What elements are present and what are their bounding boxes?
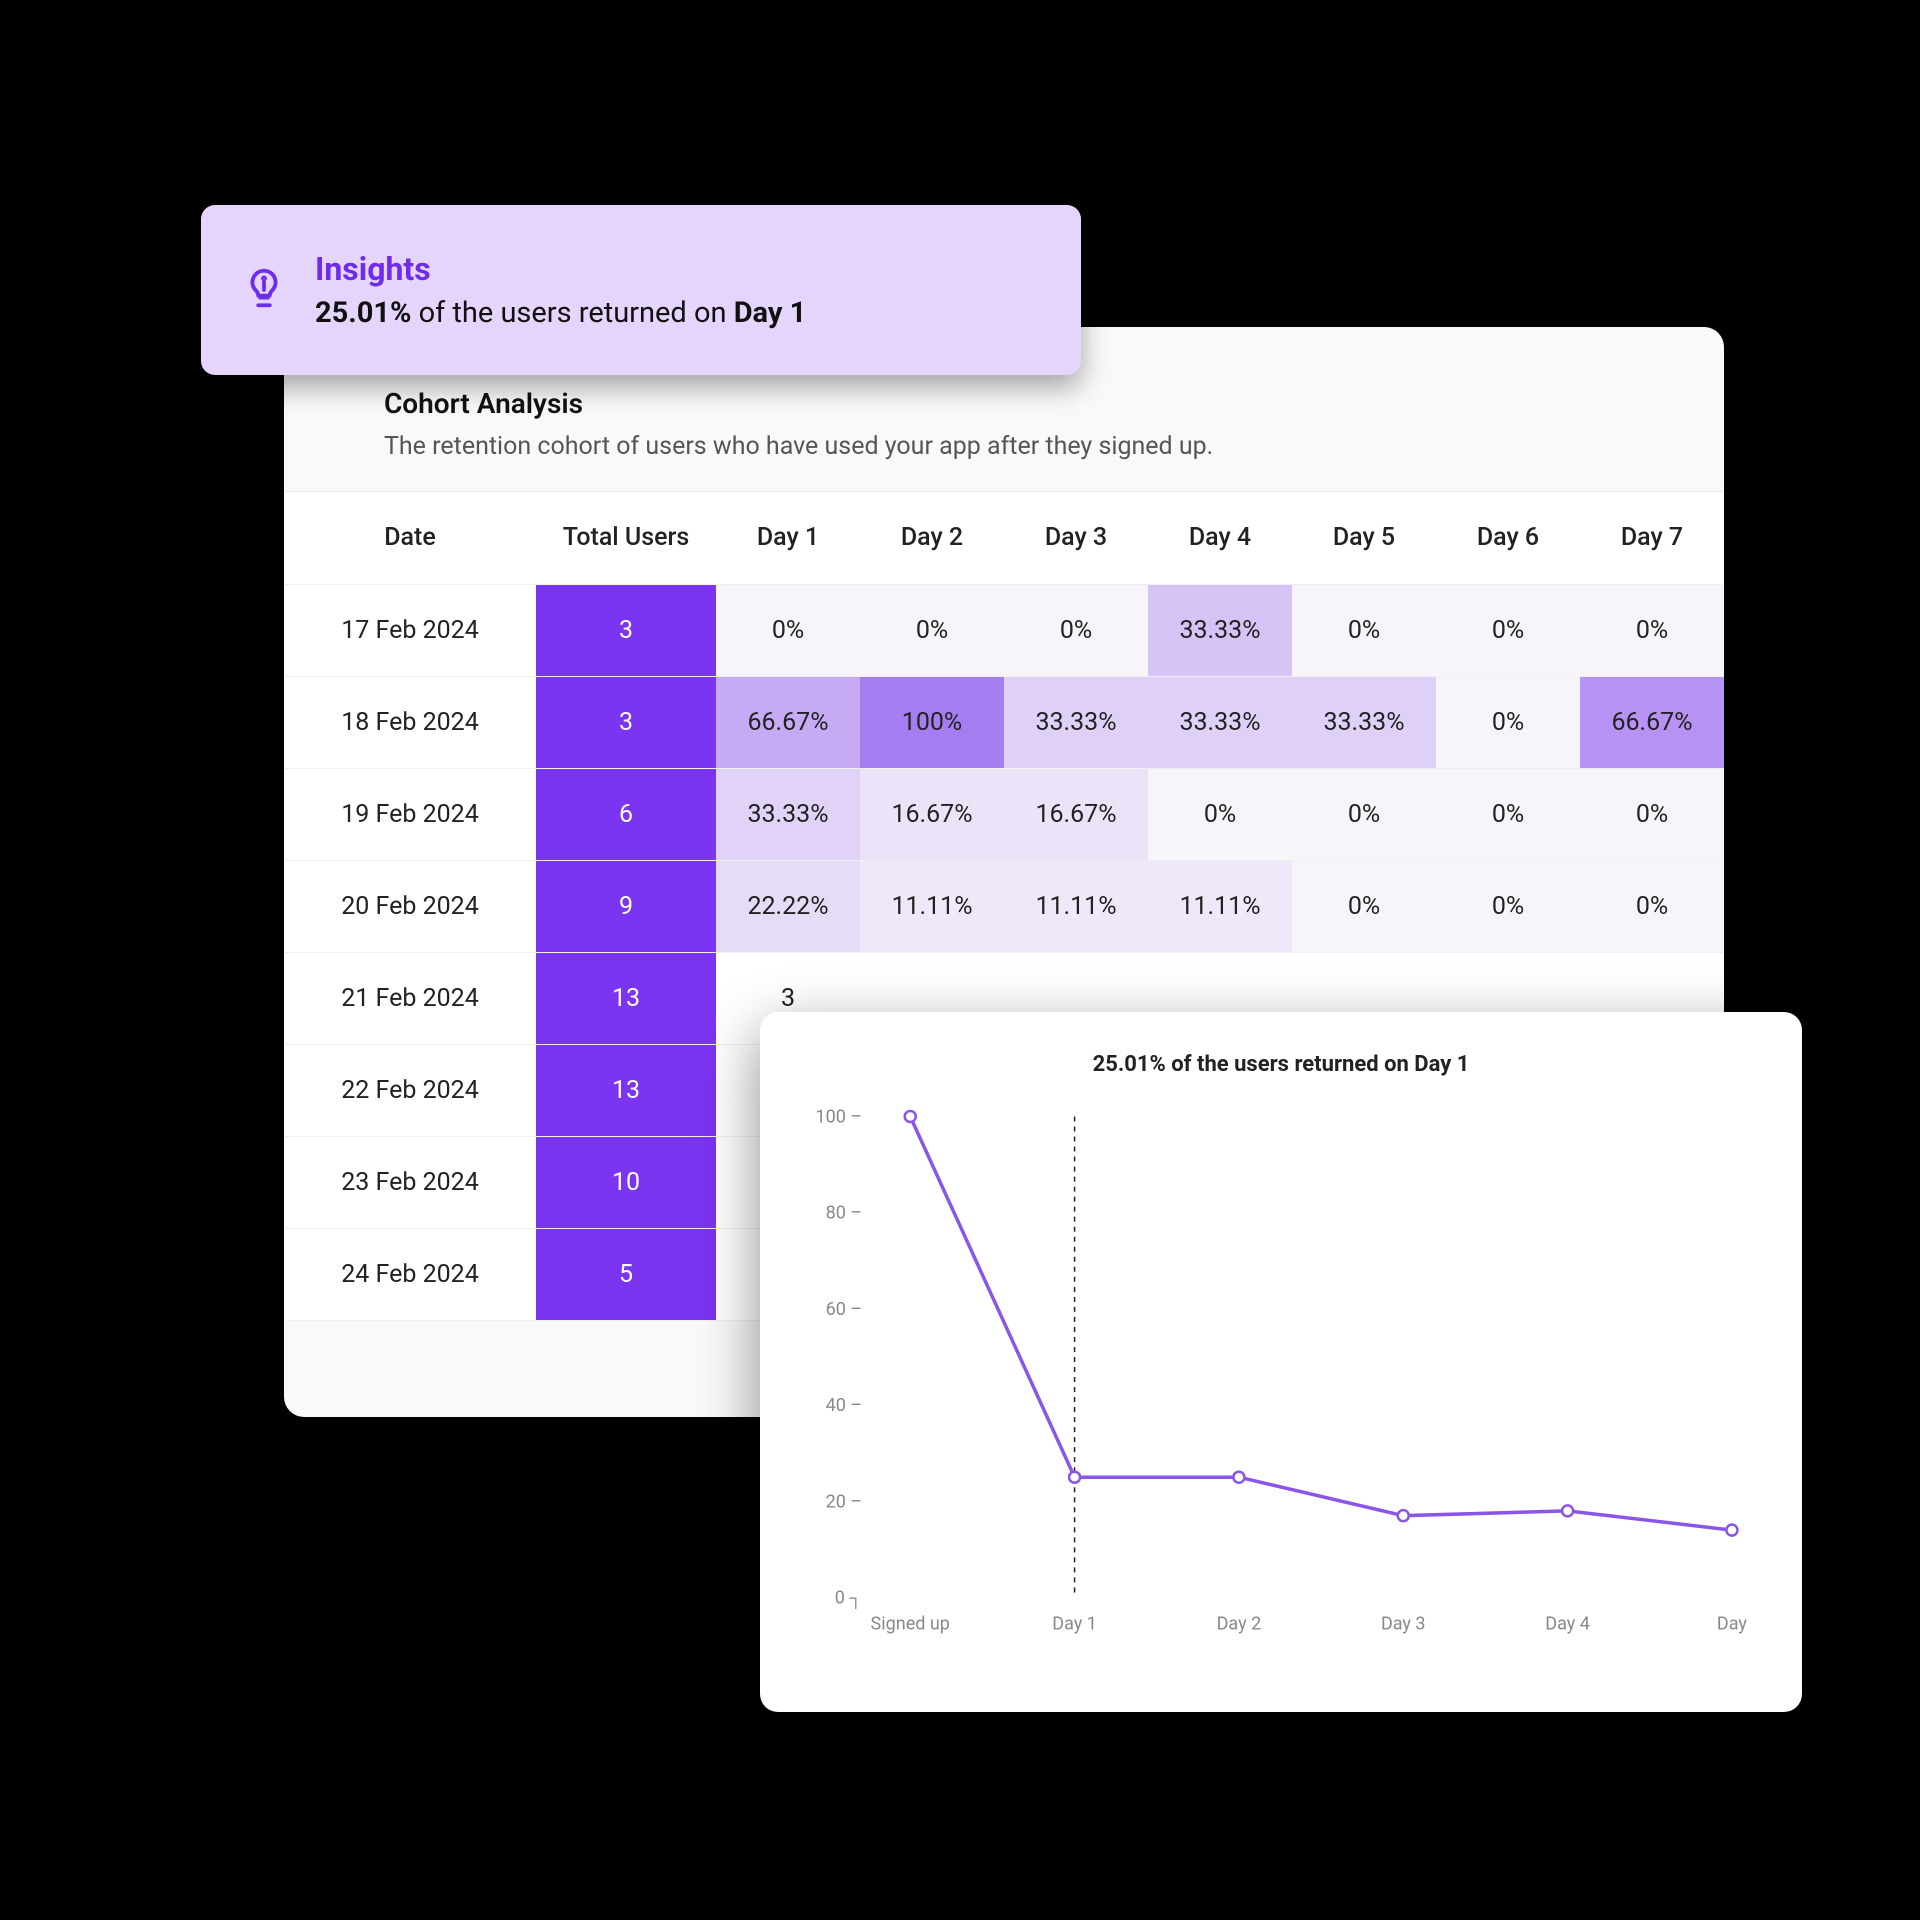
cohort-day-cell: 0% (1436, 860, 1580, 952)
cohort-day-cell: 33.33% (1004, 676, 1148, 768)
cohort-day-cell: 0% (1292, 584, 1436, 676)
x-tick-label: Day 1 (1052, 1614, 1097, 1635)
cohort-col-header: Day 2 (860, 492, 1004, 584)
cohort-day-cell: 11.11% (860, 860, 1004, 952)
x-tick-label: Day (1717, 1614, 1747, 1635)
cohort-day-cell: 0% (860, 584, 1004, 676)
cohort-day-cell: 66.67% (716, 676, 860, 768)
cohort-day-cell: 0% (1436, 584, 1580, 676)
cohort-col-header: Day 6 (1436, 492, 1580, 584)
cohort-total-cell: 3 (536, 584, 716, 676)
y-tick-label: 100 – (815, 1106, 862, 1127)
cohort-day-cell: 0% (1580, 768, 1724, 860)
insights-day: Day 1 (734, 296, 807, 330)
cohort-day-cell: 33.33% (716, 768, 860, 860)
cohort-day-cell: 11.11% (1004, 860, 1148, 952)
cohort-day-cell: 33.33% (1148, 584, 1292, 676)
insights-card: Insights 25.01% of the users returned on… (201, 205, 1081, 375)
cohort-date-cell: 22 Feb 2024 (284, 1044, 536, 1136)
cohort-day-cell: 16.67% (1004, 768, 1148, 860)
cohort-col-header: Day 3 (1004, 492, 1148, 584)
cohort-day-cell: 0% (1580, 584, 1724, 676)
cohort-col-header: Day 1 (716, 492, 860, 584)
chart-point (1726, 1525, 1737, 1536)
cohort-col-header: Day 7 (1580, 492, 1724, 584)
cohort-total-cell: 13 (536, 1044, 716, 1136)
cohort-date-cell: 18 Feb 2024 (284, 676, 536, 768)
cohort-day-cell: 11.11% (1148, 860, 1292, 952)
cohort-day-cell: 33.33% (1292, 676, 1436, 768)
cohort-day-cell: 33.33% (1148, 676, 1292, 768)
x-tick-label: Day 4 (1545, 1614, 1590, 1635)
lightbulb-icon (241, 265, 287, 315)
chart-series-line (910, 1116, 1732, 1530)
x-tick-label: Signed up (871, 1614, 950, 1635)
cohort-total-cell: 13 (536, 952, 716, 1044)
cohort-col-header: Total Users (536, 492, 716, 584)
cohort-header-row: DateTotal UsersDay 1Day 2Day 3Day 4Day 5… (284, 492, 1724, 584)
cohort-total-cell: 6 (536, 768, 716, 860)
insights-title: Insights (315, 250, 806, 288)
cohort-day-cell: 66.67% (1580, 676, 1724, 768)
y-tick-label: 80 – (826, 1203, 863, 1224)
cohort-date-cell: 23 Feb 2024 (284, 1136, 536, 1228)
cohort-total-cell: 10 (536, 1136, 716, 1228)
cohort-date-cell: 19 Feb 2024 (284, 768, 536, 860)
cohort-date-cell: 20 Feb 2024 (284, 860, 536, 952)
cohort-date-cell: 21 Feb 2024 (284, 952, 536, 1044)
chart-point (1233, 1472, 1244, 1483)
table-row: 18 Feb 2024366.67%100%33.33%33.33%33.33%… (284, 676, 1724, 768)
cohort-day-cell: 16.67% (860, 768, 1004, 860)
y-tick-label: 0 ┐ (835, 1587, 862, 1609)
cohort-total-cell: 5 (536, 1228, 716, 1320)
cohort-day-cell: 0% (1292, 768, 1436, 860)
cohort-subtitle: The retention cohort of users who have u… (384, 432, 1676, 461)
chart-title: 25.01% of the users returned on Day 1 (790, 1052, 1772, 1077)
chart-point (1069, 1472, 1080, 1483)
table-row: 17 Feb 202430%0%0%33.33%0%0%0% (284, 584, 1724, 676)
x-tick-label: Day 2 (1217, 1614, 1262, 1635)
cohort-total-cell: 3 (536, 676, 716, 768)
cohort-col-header: Day 4 (1148, 492, 1292, 584)
y-tick-label: 20 – (826, 1491, 863, 1512)
cohort-day-cell: 0% (1436, 676, 1580, 768)
chart-point (905, 1111, 916, 1122)
table-row: 19 Feb 2024633.33%16.67%16.67%0%0%0%0% (284, 768, 1724, 860)
cohort-day-cell: 100% (860, 676, 1004, 768)
cohort-date-cell: 17 Feb 2024 (284, 584, 536, 676)
chart-point (1562, 1505, 1573, 1516)
insights-body: 25.01% of the users returned on Day 1 (315, 296, 806, 330)
cohort-title: Cohort Analysis (384, 387, 1676, 420)
cohort-date-cell: 24 Feb 2024 (284, 1228, 536, 1320)
cohort-day-cell: 0% (1580, 860, 1724, 952)
cohort-col-header: Date (284, 492, 536, 584)
chart-point (1398, 1510, 1409, 1521)
y-tick-label: 40 – (826, 1395, 863, 1416)
cohort-day-cell: 0% (1436, 768, 1580, 860)
cohort-day-cell: 22.22% (716, 860, 860, 952)
cohort-day-cell: 0% (716, 584, 860, 676)
table-row: 20 Feb 2024922.22%11.11%11.11%11.11%0%0%… (284, 860, 1724, 952)
x-tick-label: Day 3 (1381, 1614, 1426, 1635)
insights-percent: 25.01% (315, 296, 411, 330)
insights-mid: of the users returned on (411, 296, 733, 330)
cohort-day-cell: 0% (1148, 768, 1292, 860)
cohort-total-cell: 9 (536, 860, 716, 952)
cohort-col-header: Day 5 (1292, 492, 1436, 584)
retention-chart-card: 25.01% of the users returned on Day 1 0 … (760, 1012, 1802, 1712)
y-tick-label: 60 – (826, 1299, 863, 1320)
cohort-day-cell: 0% (1004, 584, 1148, 676)
cohort-day-cell: 0% (1292, 860, 1436, 952)
retention-line-chart: 0 ┐ 20 – 40 – 60 – 80 – 100 – Signed up Day 1 Da… (790, 1097, 1772, 1657)
